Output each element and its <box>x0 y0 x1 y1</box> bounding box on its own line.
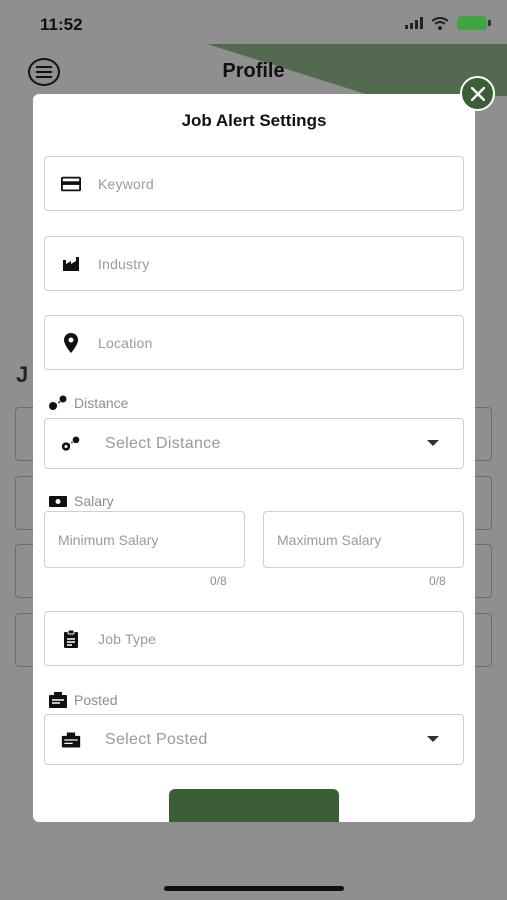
factory-icon <box>61 254 81 274</box>
salary-section-label: Salary <box>48 493 114 509</box>
job-alert-settings-dialog: Job Alert Settings Keyword Industry Loca… <box>33 94 475 822</box>
location-pin-icon <box>61 332 81 353</box>
keyword-placeholder: Keyword <box>98 175 154 192</box>
keyword-field[interactable]: Keyword <box>44 156 464 211</box>
distance-label: Distance <box>74 395 129 411</box>
location-placeholder: Location <box>98 334 153 351</box>
posted-select-value: Select Posted <box>105 730 208 748</box>
job-type-field[interactable]: Job Type <box>44 611 464 666</box>
distance-section-label: Distance <box>48 395 128 411</box>
dialog-title: Job Alert Settings <box>181 111 327 130</box>
industry-field[interactable]: Industry <box>44 236 464 291</box>
industry-placeholder: Industry <box>98 255 150 272</box>
route-icon <box>49 395 67 410</box>
maximum-salary-input[interactable]: Maximum Salary <box>263 511 464 568</box>
home-indicator <box>164 886 344 891</box>
minimum-salary-counter: 0/8 <box>210 574 227 588</box>
clipboard-icon <box>61 629 81 649</box>
page-title: Profile <box>222 60 285 82</box>
posted-icon <box>49 692 67 708</box>
location-field[interactable]: Location <box>44 315 464 370</box>
route-icon <box>61 434 81 454</box>
close-icon[interactable] <box>460 76 495 111</box>
wifi-icon <box>431 16 449 30</box>
keyword-icon <box>61 174 81 194</box>
battery-icon <box>457 16 491 30</box>
chevron-down-icon <box>427 736 439 742</box>
status-icons <box>405 16 491 30</box>
posted-icon <box>61 730 81 750</box>
chevron-down-icon <box>427 440 439 446</box>
background-section-heading: J <box>16 362 29 387</box>
maximum-salary-placeholder: Maximum Salary <box>277 531 382 548</box>
job-type-placeholder: Job Type <box>98 630 157 647</box>
distance-select-value: Select Distance <box>105 434 221 452</box>
posted-select[interactable]: Select Posted <box>44 714 464 765</box>
signal-icon <box>405 17 423 29</box>
submit-button[interactable] <box>169 789 339 822</box>
distance-select[interactable]: Select Distance <box>44 418 464 469</box>
minimum-salary-input[interactable]: Minimum Salary <box>44 511 245 568</box>
maximum-salary-counter: 0/8 <box>429 574 446 588</box>
status-bar: 11:52 <box>0 0 507 48</box>
posted-section-label: Posted <box>48 691 118 709</box>
status-time: 11:52 <box>40 15 83 34</box>
posted-label: Posted <box>74 692 118 708</box>
money-icon <box>49 496 67 507</box>
salary-label: Salary <box>74 493 114 509</box>
minimum-salary-placeholder: Minimum Salary <box>58 531 159 548</box>
